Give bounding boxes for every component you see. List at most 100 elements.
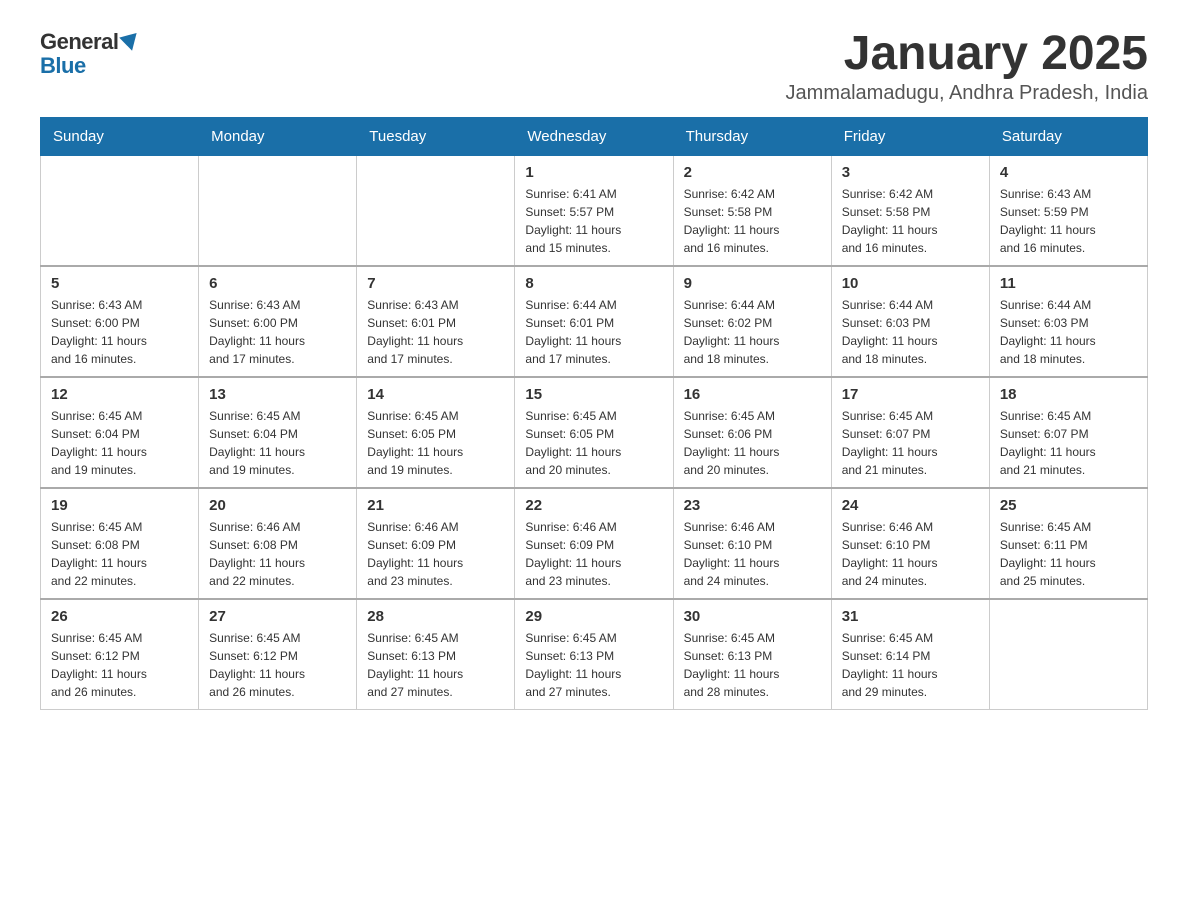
day-info: Sunrise: 6:45 AM Sunset: 6:12 PM Dayligh… <box>209 629 346 701</box>
day-number: 15 <box>525 386 662 403</box>
day-number: 30 <box>684 608 821 625</box>
day-number: 7 <box>367 275 504 292</box>
day-info: Sunrise: 6:46 AM Sunset: 6:08 PM Dayligh… <box>209 518 346 590</box>
calendar-cell: 6Sunrise: 6:43 AM Sunset: 6:00 PM Daylig… <box>199 266 357 377</box>
calendar-cell: 9Sunrise: 6:44 AM Sunset: 6:02 PM Daylig… <box>673 266 831 377</box>
calendar-cell: 29Sunrise: 6:45 AM Sunset: 6:13 PM Dayli… <box>515 599 673 710</box>
calendar-cell: 27 Sunrise: 6:45 AM Sunset: 6:12 PM Dayli… <box>199 599 357 710</box>
calendar-week-row: 26 Sunrise: 6:45 AM Sunset: 6:12 PM Dayli… <box>41 599 1148 710</box>
day-info: Sunrise: 6:44 AM Sunset: 6:01 PM Dayligh… <box>525 296 662 368</box>
day-info: Sunrise: 6:43 AM Sunset: 5:59 PM Dayligh… <box>1000 185 1137 257</box>
day-info: Sunrise: 6:45 AM Sunset: 6:13 PM Dayligh… <box>367 629 504 701</box>
calendar-table: SundayMondayTuesdayWednesdayThursdayFrid… <box>40 117 1148 710</box>
calendar-cell <box>199 156 357 267</box>
day-number: 2 <box>684 164 821 181</box>
calendar-cell: 5Sunrise: 6:43 AM Sunset: 6:00 PM Daylig… <box>41 266 199 377</box>
day-info: Sunrise: 6:46 AM Sunset: 6:10 PM Dayligh… <box>684 518 821 590</box>
day-number: 10 <box>842 275 979 292</box>
calendar-cell: 12 Sunrise: 6:45 AM Sunset: 6:04 PM Dayli… <box>41 377 199 488</box>
calendar-cell: 18 Sunrise: 6:45 AM Sunset: 6:07 PM Dayli… <box>989 377 1147 488</box>
calendar-cell: 31 Sunrise: 6:45 AM Sunset: 6:14 PM Dayli… <box>831 599 989 710</box>
calendar-cell: 21 Sunrise: 6:46 AM Sunset: 6:09 PM Dayli… <box>357 488 515 599</box>
calendar-week-row: 5Sunrise: 6:43 AM Sunset: 6:00 PM Daylig… <box>41 266 1148 377</box>
day-number: 9 <box>684 275 821 292</box>
day-number: 22 <box>525 497 662 514</box>
month-title: January 2025 <box>786 30 1148 78</box>
calendar-cell: 13 Sunrise: 6:45 AM Sunset: 6:04 PM Dayli… <box>199 377 357 488</box>
day-of-week-header: Thursday <box>673 118 831 156</box>
day-number: 6 <box>209 275 346 292</box>
calendar-cell: 19 Sunrise: 6:45 AM Sunset: 6:08 PM Dayli… <box>41 488 199 599</box>
day-info: Sunrise: 6:42 AM Sunset: 5:58 PM Dayligh… <box>684 185 821 257</box>
day-info: Sunrise: 6:45 AM Sunset: 6:08 PM Dayligh… <box>51 518 188 590</box>
calendar-week-row: 19 Sunrise: 6:45 AM Sunset: 6:08 PM Dayli… <box>41 488 1148 599</box>
day-number: 11 <box>1000 275 1137 292</box>
day-info: Sunrise: 6:44 AM Sunset: 6:03 PM Dayligh… <box>1000 296 1137 368</box>
day-info: Sunrise: 6:46 AM Sunset: 6:10 PM Dayligh… <box>842 518 979 590</box>
day-of-week-header: Saturday <box>989 118 1147 156</box>
calendar-cell: 8Sunrise: 6:44 AM Sunset: 6:01 PM Daylig… <box>515 266 673 377</box>
day-number: 29 <box>525 608 662 625</box>
day-number: 21 <box>367 497 504 514</box>
calendar-cell: 7 Sunrise: 6:43 AM Sunset: 6:01 PM Daylig… <box>357 266 515 377</box>
calendar-cell: 4 Sunrise: 6:43 AM Sunset: 5:59 PM Daylig… <box>989 156 1147 267</box>
day-info: Sunrise: 6:45 AM Sunset: 6:04 PM Dayligh… <box>209 407 346 479</box>
calendar-cell: 11 Sunrise: 6:44 AM Sunset: 6:03 PM Dayli… <box>989 266 1147 377</box>
location-title: Jammalamadugu, Andhra Pradesh, India <box>786 82 1148 105</box>
calendar-header-row: SundayMondayTuesdayWednesdayThursdayFrid… <box>41 118 1148 156</box>
day-number: 14 <box>367 386 504 403</box>
calendar-cell: 24 Sunrise: 6:46 AM Sunset: 6:10 PM Dayli… <box>831 488 989 599</box>
day-number: 1 <box>525 164 662 181</box>
day-info: Sunrise: 6:45 AM Sunset: 6:11 PM Dayligh… <box>1000 518 1137 590</box>
calendar-cell: 25 Sunrise: 6:45 AM Sunset: 6:11 PM Dayli… <box>989 488 1147 599</box>
day-of-week-header: Friday <box>831 118 989 156</box>
calendar-cell <box>41 156 199 267</box>
day-info: Sunrise: 6:41 AM Sunset: 5:57 PM Dayligh… <box>525 185 662 257</box>
day-number: 13 <box>209 386 346 403</box>
calendar-cell: 10 Sunrise: 6:44 AM Sunset: 6:03 PM Dayli… <box>831 266 989 377</box>
day-info: Sunrise: 6:45 AM Sunset: 6:13 PM Dayligh… <box>684 629 821 701</box>
day-number: 3 <box>842 164 979 181</box>
day-info: Sunrise: 6:45 AM Sunset: 6:05 PM Dayligh… <box>367 407 504 479</box>
day-number: 17 <box>842 386 979 403</box>
calendar-week-row: 1 Sunrise: 6:41 AM Sunset: 5:57 PM Daylig… <box>41 156 1148 267</box>
day-info: Sunrise: 6:46 AM Sunset: 6:09 PM Dayligh… <box>367 518 504 590</box>
day-info: Sunrise: 6:43 AM Sunset: 6:00 PM Dayligh… <box>51 296 188 368</box>
day-info: Sunrise: 6:45 AM Sunset: 6:14 PM Dayligh… <box>842 629 979 701</box>
day-number: 31 <box>842 608 979 625</box>
day-info: Sunrise: 6:45 AM Sunset: 6:12 PM Dayligh… <box>51 629 188 701</box>
day-info: Sunrise: 6:45 AM Sunset: 6:05 PM Dayligh… <box>525 407 662 479</box>
calendar-cell: 14 Sunrise: 6:45 AM Sunset: 6:05 PM Dayli… <box>357 377 515 488</box>
day-of-week-header: Monday <box>199 118 357 156</box>
calendar-cell: 22 Sunrise: 6:46 AM Sunset: 6:09 PM Dayli… <box>515 488 673 599</box>
day-number: 12 <box>51 386 188 403</box>
day-info: Sunrise: 6:45 AM Sunset: 6:07 PM Dayligh… <box>842 407 979 479</box>
calendar-cell: 17 Sunrise: 6:45 AM Sunset: 6:07 PM Dayli… <box>831 377 989 488</box>
day-number: 26 <box>51 608 188 625</box>
calendar-cell: 16Sunrise: 6:45 AM Sunset: 6:06 PM Dayli… <box>673 377 831 488</box>
day-info: Sunrise: 6:45 AM Sunset: 6:06 PM Dayligh… <box>684 407 821 479</box>
day-number: 24 <box>842 497 979 514</box>
day-info: Sunrise: 6:44 AM Sunset: 6:03 PM Dayligh… <box>842 296 979 368</box>
logo-general-text: General <box>40 30 139 54</box>
day-number: 25 <box>1000 497 1137 514</box>
logo: General Blue <box>40 30 139 78</box>
calendar-cell: 1 Sunrise: 6:41 AM Sunset: 5:57 PM Daylig… <box>515 156 673 267</box>
day-of-week-header: Sunday <box>41 118 199 156</box>
calendar-cell: 30 Sunrise: 6:45 AM Sunset: 6:13 PM Dayli… <box>673 599 831 710</box>
day-number: 4 <box>1000 164 1137 181</box>
calendar-cell: 2 Sunrise: 6:42 AM Sunset: 5:58 PM Daylig… <box>673 156 831 267</box>
day-number: 19 <box>51 497 188 514</box>
calendar-cell: 20Sunrise: 6:46 AM Sunset: 6:08 PM Dayli… <box>199 488 357 599</box>
day-info: Sunrise: 6:46 AM Sunset: 6:09 PM Dayligh… <box>525 518 662 590</box>
day-info: Sunrise: 6:45 AM Sunset: 6:07 PM Dayligh… <box>1000 407 1137 479</box>
day-info: Sunrise: 6:43 AM Sunset: 6:01 PM Dayligh… <box>367 296 504 368</box>
day-info: Sunrise: 6:42 AM Sunset: 5:58 PM Dayligh… <box>842 185 979 257</box>
calendar-week-row: 12 Sunrise: 6:45 AM Sunset: 6:04 PM Dayli… <box>41 377 1148 488</box>
day-of-week-header: Wednesday <box>515 118 673 156</box>
day-info: Sunrise: 6:45 AM Sunset: 6:04 PM Dayligh… <box>51 407 188 479</box>
calendar-cell <box>989 599 1147 710</box>
day-number: 18 <box>1000 386 1137 403</box>
day-number: 27 <box>209 608 346 625</box>
calendar-cell: 28Sunrise: 6:45 AM Sunset: 6:13 PM Dayli… <box>357 599 515 710</box>
